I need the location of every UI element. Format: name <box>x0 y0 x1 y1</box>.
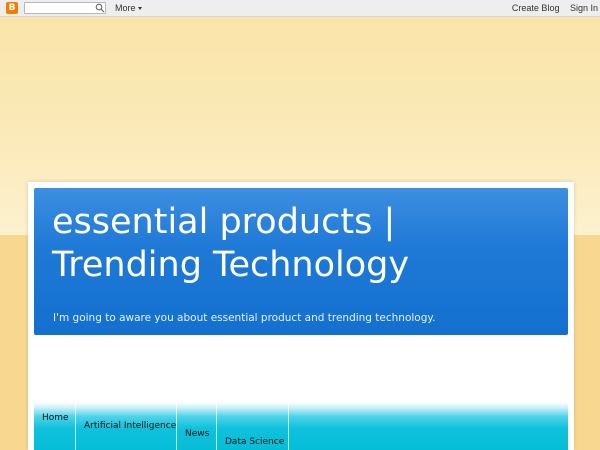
blog-header: essential products | Trending Technology… <box>34 188 568 335</box>
tab-label: News <box>185 429 210 439</box>
create-blog-link[interactable]: Create Blog <box>512 3 560 13</box>
blogger-navbar: B More Create Blog Sign In <box>0 0 600 17</box>
tab-label: Artificial Intelligence <box>84 421 177 431</box>
content-frame: essential products | Trending Technology… <box>28 182 574 450</box>
search-input[interactable] <box>24 2 106 14</box>
tab-home[interactable]: Home <box>34 402 76 450</box>
tab-data-science[interactable]: Data Science <box>217 402 289 450</box>
search-icon[interactable] <box>95 3 105 13</box>
blog-description: I'm going to aware you about essential p… <box>53 312 436 324</box>
navbar-right-links: Create Blog Sign In <box>504 2 598 14</box>
tab-artificial-intelligence[interactable]: Artificial Intelligence <box>76 402 177 450</box>
sign-in-link[interactable]: Sign In <box>570 3 598 13</box>
blogger-logo-icon[interactable]: B <box>6 2 18 14</box>
tab-news[interactable]: News <box>177 402 217 450</box>
page-tabs: Home Artificial Intelligence News Data S… <box>34 402 568 450</box>
more-label: More <box>115 3 136 13</box>
more-menu-button[interactable]: More <box>115 2 142 14</box>
blog-title[interactable]: essential products | Trending Technology <box>52 201 552 287</box>
tab-label: Data Science <box>225 437 285 447</box>
caret-down-icon <box>137 7 142 10</box>
tab-label: Home <box>42 413 69 423</box>
